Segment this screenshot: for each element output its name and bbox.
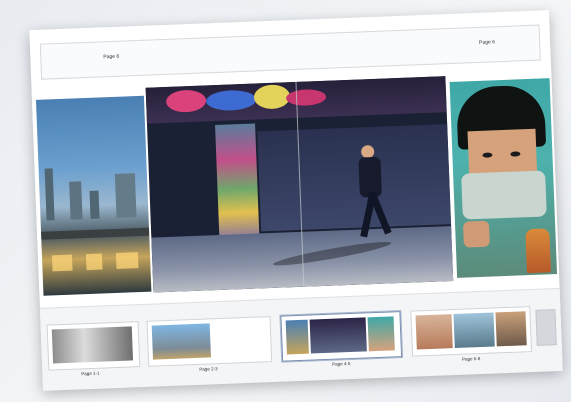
graffiti-pillar <box>215 123 260 243</box>
thumbnail-page-4-5[interactable] <box>280 311 403 362</box>
thumbnail-image <box>309 317 367 354</box>
back-wall-shape <box>257 124 452 232</box>
next-page-thumbnail[interactable] <box>535 309 557 346</box>
thumbnail-image <box>285 319 309 355</box>
thumbnail-label: Page 2-3 <box>199 366 218 372</box>
thumbnail-label: Page 1-1 <box>81 370 100 377</box>
photo-book-layout-editor: Page 6 Page 6 Page 1-1 Page 2-3 Page 4-5… <box>29 10 563 391</box>
light-reflection <box>85 253 103 271</box>
thumbnail-page-2-3[interactable] <box>146 316 273 367</box>
thumbnail-page-6-8[interactable] <box>410 306 533 357</box>
bridge-shape <box>41 227 150 240</box>
thumbnail-image <box>151 323 211 360</box>
thumbnail-image <box>453 312 495 349</box>
light-reflection <box>51 254 73 272</box>
left-page-label: Page 6 <box>103 53 120 61</box>
tower-shape <box>114 173 137 218</box>
thumbnail-page-1[interactable] <box>46 321 141 371</box>
tower-shape <box>44 168 55 221</box>
face-mask-shape <box>461 170 547 220</box>
light-reflection <box>115 252 139 269</box>
page-header-bar: Page 6 Page 6 <box>39 24 541 80</box>
tower-shape <box>69 181 83 220</box>
thumbnail-label: Page 6-8 <box>461 356 481 362</box>
small-figure-shape <box>525 228 551 274</box>
thumbnail-label: Page 4-5 <box>332 361 351 367</box>
masked-person-photo[interactable] <box>449 78 558 278</box>
tower-shape <box>89 190 100 219</box>
thumbnail-image <box>51 326 134 364</box>
thumbnail-image <box>495 311 527 347</box>
skater-body <box>358 156 382 198</box>
right-page-label: Page 6 <box>478 39 496 46</box>
city-skyline-photo[interactable] <box>35 95 152 296</box>
hand-shape <box>462 220 490 248</box>
thumbnail-image <box>367 316 395 352</box>
thumbnail-image <box>415 314 453 350</box>
